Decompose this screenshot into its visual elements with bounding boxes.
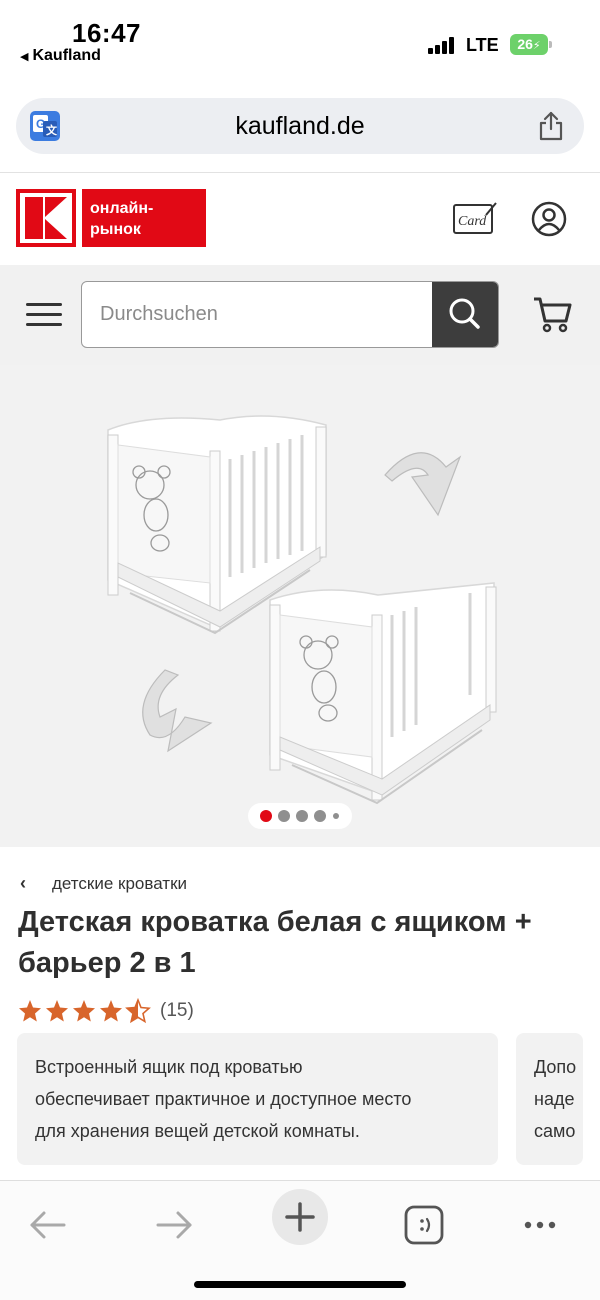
arrow-right-icon[interactable] <box>146 1197 202 1253</box>
search-row <box>0 265 600 365</box>
home-indicator[interactable] <box>194 1281 406 1288</box>
feature-text-1: Встроенный ящик под кроватью обеспечивае… <box>35 1057 412 1141</box>
arrow-left-icon[interactable] <box>20 1197 76 1253</box>
battery-tip <box>549 41 552 48</box>
gallery-dot-5[interactable] <box>333 813 339 819</box>
search-input[interactable] <box>100 282 430 346</box>
logo-tagline[interactable]: онлайн-рынок <box>82 189 206 247</box>
svg-text:Card: Card <box>458 214 487 229</box>
new-tab-button[interactable] <box>272 1189 328 1245</box>
product-image <box>107 415 497 805</box>
clock: 16:47 <box>72 18 141 48</box>
shopping-cart-icon[interactable] <box>532 295 572 333</box>
chevron-left-icon: ‹ <box>20 873 26 893</box>
review-count[interactable]: (15) <box>160 1000 194 1022</box>
search-icon <box>449 298 480 329</box>
more-dots-icon[interactable] <box>512 1197 568 1253</box>
feature-card-1: Встроенный ящик под кроватью обеспечивае… <box>17 1033 498 1165</box>
gallery-pagination[interactable] <box>248 803 352 829</box>
back-app-label: Kaufland <box>32 47 101 64</box>
gallery-dot-1[interactable] <box>260 810 272 822</box>
kaufland-k-icon <box>20 193 72 243</box>
share-icon[interactable] <box>536 110 566 142</box>
gallery-dot-2[interactable] <box>278 810 290 822</box>
product-title: Детская кроватка белая с ящиком + барьер… <box>18 906 532 979</box>
plus-icon <box>285 1202 315 1232</box>
rating-stars-icon <box>19 999 150 1023</box>
gallery-dot-4[interactable] <box>314 810 326 822</box>
battery-indicator: 26⚡ <box>510 34 548 55</box>
address-bar[interactable]: G 文 kaufland.de <box>16 98 584 154</box>
product-image-gallery[interactable] <box>0 365 600 847</box>
site-header: онлайн-рынок Card <box>0 173 600 265</box>
signal-icon <box>428 36 458 54</box>
feature-text-2: Допо наде само <box>534 1057 577 1141</box>
kaufland-card-icon[interactable]: Card <box>452 201 498 235</box>
back-triangle-icon: ◀ <box>20 51 29 63</box>
feature-card-2: Допо наде само <box>516 1033 583 1165</box>
crib-image-2 <box>269 582 497 805</box>
hamburger-menu-icon[interactable] <box>26 299 62 329</box>
url-text[interactable]: kaufland.de <box>16 112 584 141</box>
search-button[interactable] <box>432 282 498 347</box>
search-box <box>81 281 499 348</box>
kaufland-logo[interactable] <box>16 189 76 247</box>
battery-level: 26 <box>517 36 533 52</box>
tabs-icon[interactable] <box>396 1197 452 1253</box>
back-to-app-link[interactable]: ◀ Kaufland <box>20 47 101 65</box>
breadcrumb-category[interactable]: детские кроватки <box>52 874 187 893</box>
network-type: LTE <box>466 35 499 55</box>
gallery-dot-3[interactable] <box>296 810 308 822</box>
user-account-icon[interactable] <box>530 200 568 238</box>
breadcrumb[interactable]: ‹ детские кроватки <box>20 873 187 897</box>
status-bar: 16:47 ◀ Kaufland LTE 26⚡ <box>0 0 600 80</box>
